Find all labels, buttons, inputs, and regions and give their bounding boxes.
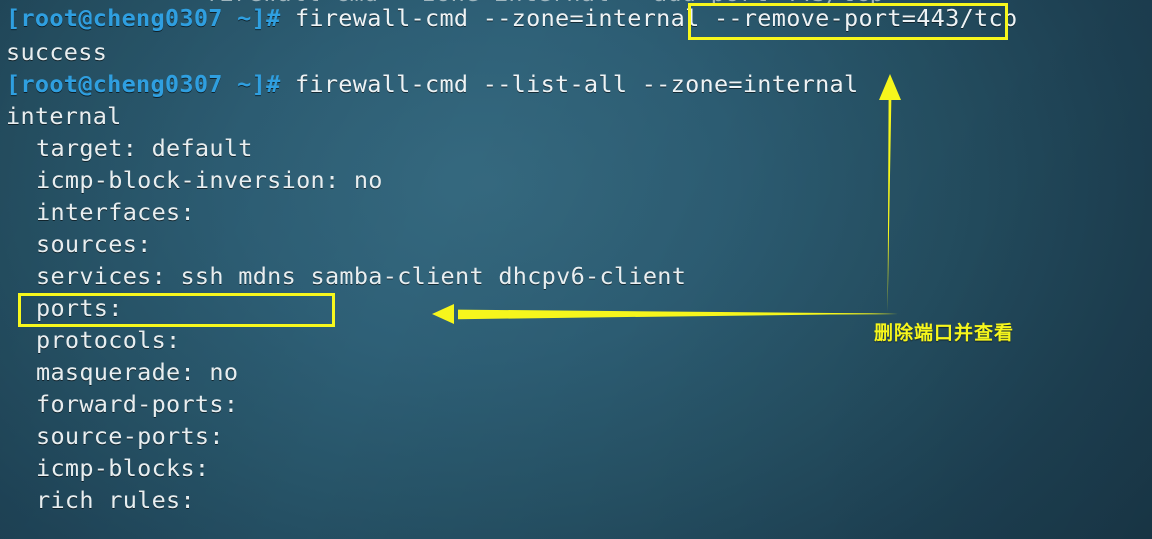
command-text-list-all: firewall-cmd --list-all --zone=internal (280, 70, 859, 98)
annotation-arrow-up (879, 74, 901, 312)
terminal-screenshot: firewall-cmd --zone=internal --add-port=… (0, 0, 1152, 539)
zone-prop-sources: sources: (36, 230, 152, 258)
zone-prop-protocols: protocols: (36, 326, 181, 354)
shell-prompt: [root@cheng0307 ~]# (6, 70, 281, 98)
highlight-box-ports (18, 293, 335, 327)
annotation-caption: 删除端口并查看 (874, 322, 1015, 344)
terminal-line-command-list-all: [root@cheng0307 ~]# firewall-cmd --list-… (6, 72, 858, 96)
shell-prompt: [root@cheng0307 ~]# (6, 4, 281, 32)
annotation-arrow-left (432, 304, 898, 324)
highlight-box-remove-port (688, 3, 1008, 40)
zone-prop-services: services: ssh mdns samba-client dhcpv6-c… (36, 262, 687, 290)
zone-prop-icmp-blocks: icmp-blocks: (36, 454, 210, 482)
zone-prop-rich-rules: rich rules: (36, 486, 195, 514)
zone-prop-icmp-block-inversion: icmp-block-inversion: no (36, 166, 383, 194)
terminal-output-area[interactable]: [root@cheng0307 ~]# firewall-cmd --zone=… (0, 0, 1152, 539)
zone-name: internal (6, 102, 122, 130)
zone-prop-interfaces: interfaces: (36, 198, 195, 226)
zone-prop-source-ports: source-ports: (36, 422, 224, 450)
zone-prop-target: target: default (36, 134, 253, 162)
zone-prop-masquerade: masquerade: no (36, 358, 239, 386)
zone-prop-forward-ports: forward-ports: (36, 390, 239, 418)
terminal-line-success: success (6, 38, 108, 66)
